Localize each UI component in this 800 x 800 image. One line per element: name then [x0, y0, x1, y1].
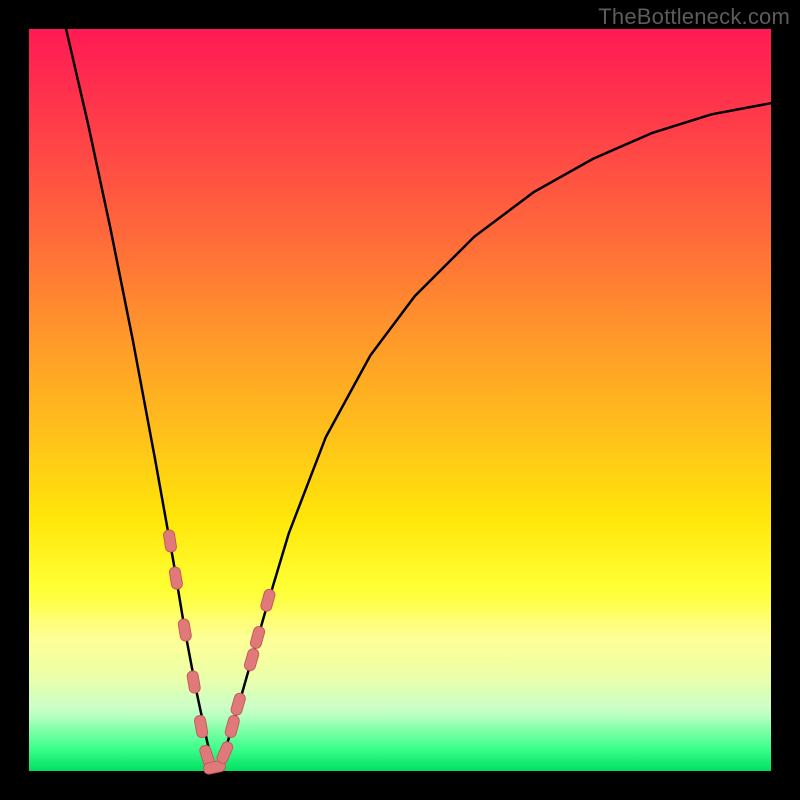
marker-point [243, 648, 260, 672]
marker-point [215, 740, 234, 765]
marker-point [194, 715, 209, 739]
marker-point [249, 625, 265, 649]
marker-point [230, 692, 247, 716]
marker-point [224, 714, 240, 738]
marker-point [178, 618, 193, 642]
plot-svg [29, 29, 771, 771]
bottleneck-curve [66, 29, 771, 771]
marker-point [186, 670, 201, 694]
marker-point [169, 566, 183, 590]
marker-group [163, 529, 276, 775]
chart-area [29, 29, 771, 771]
marker-point [260, 588, 277, 612]
watermark-text: TheBottleneck.com [598, 4, 790, 30]
marker-point [163, 529, 177, 552]
